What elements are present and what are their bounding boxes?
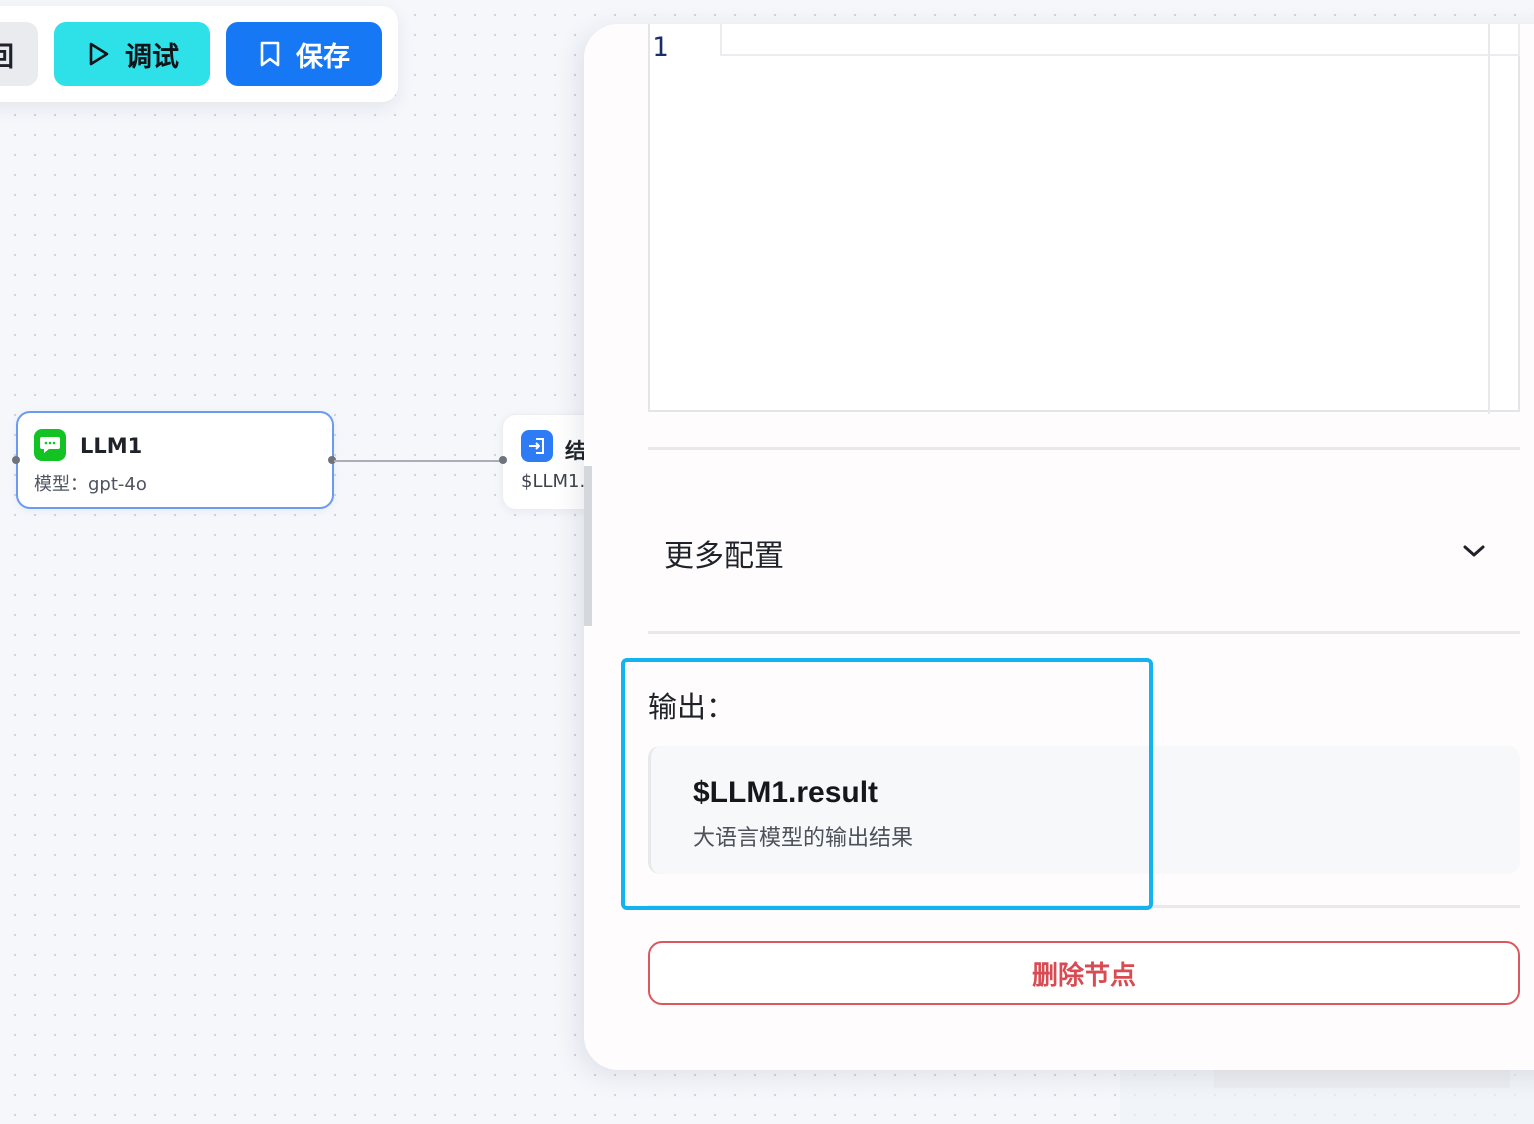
output-variable-description: 大语言模型的输出结果 [693, 826, 914, 851]
delete-node-label: 删除节点 [1031, 960, 1136, 991]
back-button[interactable]: 回 [0, 22, 38, 86]
background-panel-bar [1214, 1070, 1510, 1088]
debug-button[interactable]: 调试 [54, 22, 210, 86]
node-input-handle[interactable] [499, 456, 507, 464]
panel-resize-handle[interactable] [584, 466, 592, 626]
delete-node-button[interactable]: 删除节点 [648, 941, 1520, 1005]
flow-node-llm1[interactable]: LLM1 模型：gpt-4o [16, 411, 334, 509]
flow-edge[interactable] [334, 460, 504, 462]
editor-line[interactable] [720, 24, 1520, 56]
editor-scrollbar[interactable] [1488, 24, 1490, 414]
save-button-label: 保存 [296, 41, 350, 73]
node-title: LLM1 [80, 434, 143, 458]
divider [648, 447, 1520, 450]
output-variable-name: $LLM1.result [693, 776, 879, 809]
divider [648, 905, 1520, 908]
prompt-editor[interactable]: 1 [648, 24, 1520, 414]
node-result-text: $LLM1.r [521, 471, 593, 492]
toolbar: 回 调试 保存 [0, 6, 398, 102]
chat-bubble-icon [34, 429, 66, 461]
chevron-down-icon [1462, 543, 1486, 563]
back-button-label: 回 [0, 41, 14, 73]
input-arrow-icon [521, 430, 553, 462]
more-config-toggle[interactable]: 更多配置 [648, 474, 1520, 632]
node-config-panel: 1 更多配置 输出： $LLM1.result 大语言模型的输出结果 删除节点 [584, 24, 1534, 1070]
output-variable-card: $LLM1.result 大语言模型的输出结果 [648, 746, 1520, 874]
node-model-text: 模型：gpt-4o [34, 474, 147, 495]
output-label: 输出： [648, 690, 736, 724]
node-input-handle[interactable] [12, 456, 20, 464]
node-title: 结 [565, 439, 586, 463]
bookmark-icon [258, 40, 282, 68]
more-config-label: 更多配置 [664, 539, 784, 574]
play-icon [85, 41, 111, 67]
debug-button-label: 调试 [125, 41, 179, 73]
save-button[interactable]: 保存 [226, 22, 382, 86]
divider [648, 631, 1520, 634]
editor-line-number: 1 [652, 32, 669, 63]
